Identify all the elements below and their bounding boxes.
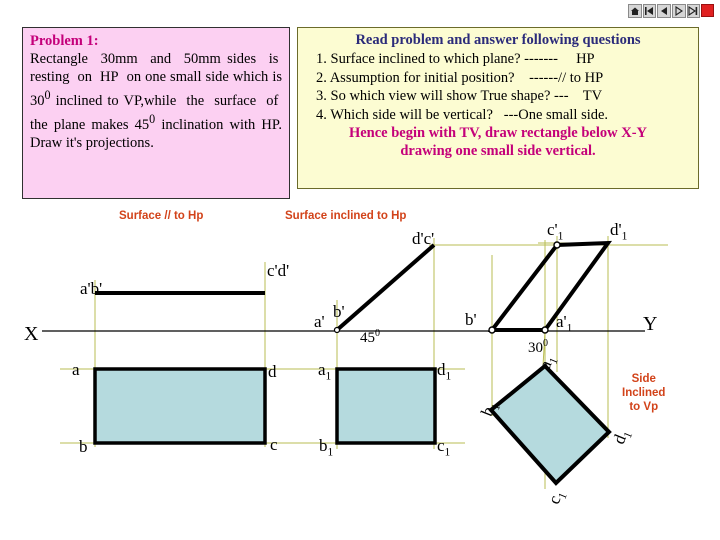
vertex-marker bbox=[488, 326, 496, 334]
stage2-fv-label-dc: d'c' bbox=[412, 229, 435, 248]
stage1-top-view-rect bbox=[93, 367, 267, 445]
angle-label-30: 300 bbox=[528, 338, 548, 356]
stage3-fv-label-d1: d'1 bbox=[610, 220, 628, 243]
axis-label-x: X bbox=[24, 323, 39, 345]
stage1-tv-label-d: d bbox=[268, 362, 277, 381]
axis-label-y: Y bbox=[643, 313, 658, 335]
stage2-front-view-line bbox=[335, 243, 436, 332]
stage3-fv-label-b: b' bbox=[465, 310, 477, 329]
stage1-tv-label-a: a bbox=[72, 360, 80, 379]
stage2-tv-label-c1: c1 bbox=[437, 436, 451, 459]
side-note-line3: to Vp bbox=[629, 401, 659, 413]
stage2-tv-label-b1: b1 bbox=[319, 436, 334, 459]
stage2-fv-label-b: b' bbox=[333, 302, 345, 321]
vertex-marker bbox=[333, 326, 341, 334]
vertex-marker bbox=[541, 326, 549, 334]
slide-canvas: Problem 1: Rectangle 30mm and 50mm sides… bbox=[0, 0, 720, 540]
stage3-top-view-rect bbox=[488, 363, 612, 486]
side-note-line2: Inclined bbox=[622, 387, 666, 399]
stage2-tv-label-d1: d1 bbox=[437, 360, 452, 383]
side-note-line1: Side bbox=[631, 373, 656, 385]
stage2-top-view-rect bbox=[335, 367, 437, 445]
stage3-front-view-parallelogram bbox=[487, 240, 613, 332]
stage1-fv-label-left: a'b' bbox=[80, 279, 103, 298]
stage2-tv-label-a1: a1 bbox=[318, 360, 332, 383]
stage-heading-1: Surface // to Hp bbox=[119, 210, 204, 222]
stage1-tv-label-b: b bbox=[79, 437, 88, 456]
stage3-fv-label-c1: c'1 bbox=[547, 220, 564, 243]
side-inclined-note: Side Inclined to Vp bbox=[622, 372, 665, 414]
stage3-fv-label-a1: a'1 bbox=[556, 312, 573, 335]
stage1-tv-label-c: c bbox=[270, 435, 278, 454]
stage-heading-2: Surface inclined to Hp bbox=[285, 210, 407, 222]
projection-drawing bbox=[42, 236, 668, 489]
angle-label-45: 450 bbox=[360, 328, 380, 346]
stage1-fv-label-right: c'd' bbox=[267, 261, 290, 280]
stage2-fv-label-a: a' bbox=[314, 312, 325, 331]
